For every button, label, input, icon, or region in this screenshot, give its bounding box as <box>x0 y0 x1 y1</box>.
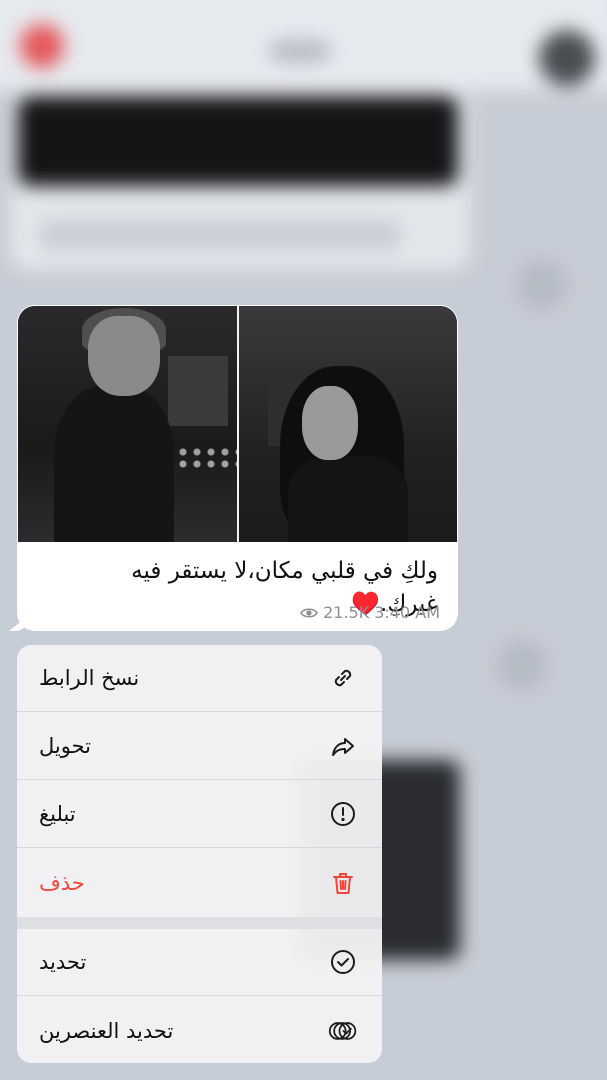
menu-item-copy-link[interactable]: نسخ الرابط <box>17 645 382 712</box>
blurred-notification-dot <box>20 24 64 68</box>
context-menu: نسخ الرابط تحويل تبليغ حذف تحديد تحديد ا… <box>17 645 382 1063</box>
blurred-share-button <box>517 260 567 310</box>
caption-line-1: ولكِ في قلبي مكان،لا يستقر فيه <box>131 558 438 584</box>
menu-item-select[interactable]: تحديد <box>17 929 382 996</box>
menu-item-label: تحويل <box>39 734 91 758</box>
menu-item-label: تبليغ <box>39 802 76 826</box>
menu-item-report[interactable]: تبليغ <box>17 781 382 848</box>
message-bubble[interactable]: ولكِ في قلبي مكان،لا يستقر فيه غيركِ.♥️ … <box>9 305 458 631</box>
select-multiple-icon <box>328 1016 358 1046</box>
menu-item-label: نسخ الرابط <box>39 666 140 690</box>
blurred-title <box>270 40 330 62</box>
blurred-message-media <box>18 96 458 186</box>
forward-icon <box>328 731 358 761</box>
message-photo[interactable] <box>18 306 457 542</box>
view-count: 21.5K <box>323 603 370 622</box>
message-time: 3:40 AM <box>374 603 440 622</box>
eye-icon <box>300 607 319 618</box>
trash-icon <box>328 868 358 898</box>
blurred-share-button <box>497 640 547 690</box>
menu-item-select-both[interactable]: تحديد العنصرين <box>17 997 382 1063</box>
blurred-message-text <box>40 220 400 250</box>
link-icon <box>328 663 358 693</box>
menu-separator <box>17 917 382 929</box>
photo-left-panel <box>18 306 238 542</box>
blurred-avatar <box>539 30 595 86</box>
report-icon <box>328 799 358 829</box>
menu-item-forward[interactable]: تحويل <box>17 713 382 780</box>
message-meta: 21.5K 3:40 AM <box>300 603 440 622</box>
checkmark-circle-icon <box>328 947 358 977</box>
menu-item-delete[interactable]: حذف <box>17 849 382 916</box>
menu-item-label: تحديد <box>39 950 87 974</box>
menu-item-label: تحديد العنصرين <box>39 1018 174 1043</box>
menu-item-label: حذف <box>39 870 85 895</box>
